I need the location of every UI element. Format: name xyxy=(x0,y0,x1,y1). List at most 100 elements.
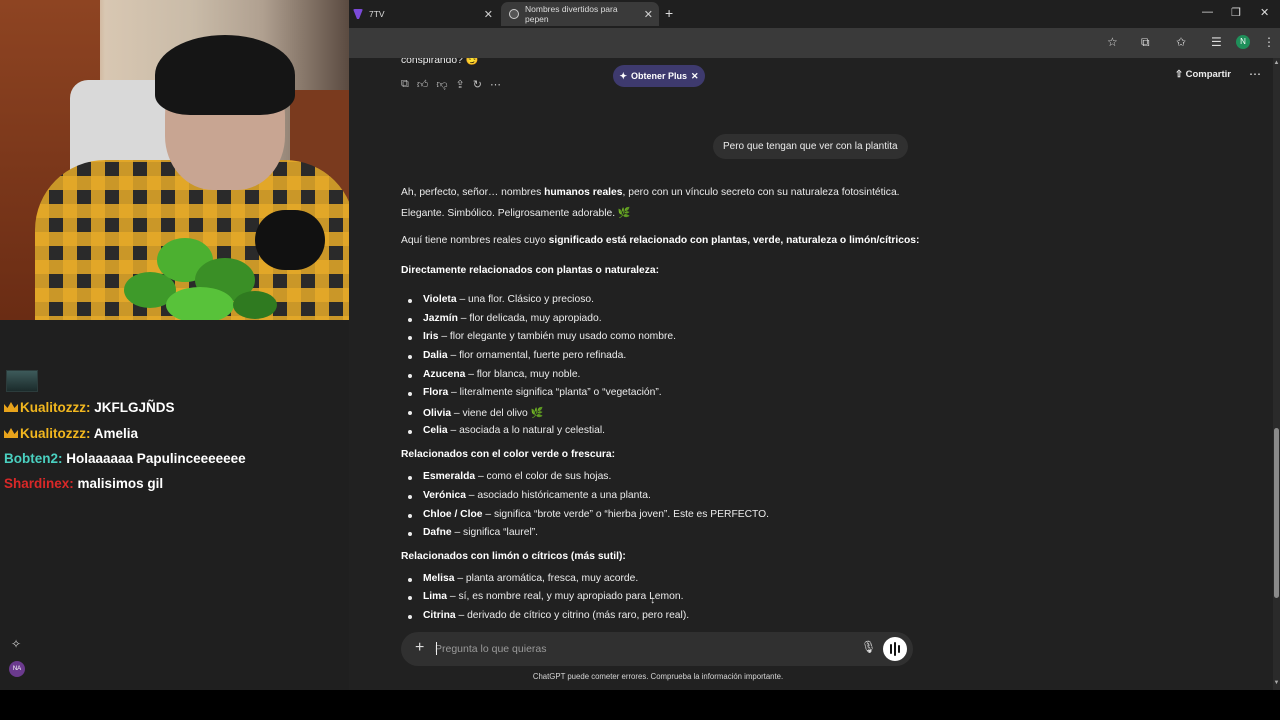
list-item: Verónica – asociado históricamente a una… xyxy=(423,490,651,501)
avatar[interactable]: NA xyxy=(9,661,25,677)
profile-avatar[interactable]: N xyxy=(1236,35,1250,49)
bullet xyxy=(408,430,412,434)
get-plus-label: Obtener Plus xyxy=(630,71,687,81)
list-item: Dafne – significa “laurel”. xyxy=(423,527,539,538)
list-item: Iris – flor elegante y también muy usado… xyxy=(423,331,676,342)
share-icon[interactable]: ⇪ xyxy=(456,78,465,91)
list-item: Dalia – flor ornamental, fuerte pero ref… xyxy=(423,350,627,361)
prompt-input[interactable] xyxy=(435,639,835,659)
scroll-up-arrow-icon[interactable]: ▲ xyxy=(1273,60,1280,66)
close-icon[interactable]: ✕ xyxy=(484,8,493,21)
bullet xyxy=(408,374,412,378)
chat-text: malisimos gil xyxy=(77,476,164,491)
disclaimer-text: ChatGPT puede cometer errores. Comprueba… xyxy=(532,672,784,681)
bullet xyxy=(408,355,412,359)
stream-panel: Kualitozzz: JKFLGJÑDS Kualitozzz: Amelia… xyxy=(0,0,350,690)
section-heading: Relacionados con el color verde o frescu… xyxy=(401,449,616,460)
chat-message: Kualitozzz: Amelia xyxy=(4,426,138,441)
webcam-plant xyxy=(124,238,277,320)
bullet xyxy=(408,476,412,480)
bullet xyxy=(408,578,412,582)
browser-toolbar: ☆ ⧉ ✩ ☰ N ⋮ xyxy=(349,28,1280,58)
list-item: Flora – literalmente significa “planta” … xyxy=(423,387,662,398)
favorites-icon[interactable]: ✩ xyxy=(1176,35,1186,49)
tab-label: 7TV xyxy=(369,9,385,19)
chatgpt-logo-icon xyxy=(509,9,519,19)
more-options-icon[interactable]: ⋯ xyxy=(1249,67,1261,81)
crown-icon xyxy=(4,428,18,438)
more-icon[interactable]: ⋯ xyxy=(490,78,501,91)
maximize-icon[interactable]: ❐ xyxy=(1231,6,1241,19)
sparkle-icon[interactable]: ✧ xyxy=(11,637,21,651)
list-item: Melisa – planta aromática, fresca, muy a… xyxy=(423,573,639,584)
browser-window: 7TV ✕ Nombres divertidos para pepen ✕ + … xyxy=(349,0,1280,690)
close-icon[interactable]: ✕ xyxy=(644,8,653,21)
bullet xyxy=(408,299,412,303)
thumbs-up-icon[interactable]: 👍︎ xyxy=(417,78,429,91)
close-icon[interactable]: ✕ xyxy=(691,71,699,82)
chat-text: Holaaaaaa Papulinceeeeeee xyxy=(66,451,246,466)
text-caret xyxy=(436,642,437,655)
message-composer: + 🎙︎ xyxy=(401,632,913,666)
chat-username: Kualitozzz: xyxy=(20,400,91,415)
copy-icon[interactable]: ⧉ xyxy=(401,78,409,91)
chat-username: Shardinex: xyxy=(4,476,74,491)
microphone-icon[interactable]: 🎙︎ xyxy=(861,640,876,654)
bullet xyxy=(408,532,412,536)
section-heading: Relacionados con limón o cítricos (más s… xyxy=(401,551,626,562)
tab-label: Nombres divertidos para pepen xyxy=(525,4,618,24)
kebab-menu-icon[interactable]: ⋮ xyxy=(1263,35,1275,49)
extensions-icon[interactable]: ⧉ xyxy=(1141,35,1150,50)
bullet xyxy=(408,392,412,396)
tab-7tv[interactable]: 7TV ✕ xyxy=(349,2,499,26)
chat-username: Bobten2: xyxy=(4,451,63,466)
share-icon: ⇧ xyxy=(1175,69,1183,80)
chat-message: Shardinex: malisimos gil xyxy=(4,476,163,491)
response-paragraph: Elegante. Simbólico. Peligrosamente ador… xyxy=(401,208,631,219)
list-item: Celia – asociada a lo natural y celestia… xyxy=(423,425,606,436)
list-item: Esmeralda – como el color de sus hojas. xyxy=(423,471,612,482)
share-button[interactable]: ⇧ Compartir xyxy=(1175,69,1231,80)
stream-chat: Kualitozzz: JKFLGJÑDS Kualitozzz: Amelia… xyxy=(0,320,350,690)
bullet xyxy=(408,411,412,415)
waveform-bar xyxy=(894,642,896,656)
tab-chatgpt[interactable]: Nombres divertidos para pepen ✕ xyxy=(501,2,659,26)
scrollbar[interactable]: ▲ ▼ xyxy=(1273,58,1280,690)
bullet xyxy=(408,318,412,322)
regenerate-icon[interactable]: ↻ xyxy=(473,78,482,91)
bullet xyxy=(408,336,412,340)
thumbs-down-icon[interactable]: 👎︎ xyxy=(436,78,447,91)
window-close-icon[interactable]: ✕ xyxy=(1260,6,1269,19)
bullet xyxy=(408,596,412,600)
section-heading: Directamente relacionados con plantas o … xyxy=(401,265,660,276)
list-item: Violeta – una flor. Clásico y precioso. xyxy=(423,294,594,305)
message-actions: ⧉ 👍︎ 👎︎ ⇪ ↻ ⋯ xyxy=(401,78,501,91)
media-icon[interactable]: ☰ xyxy=(1211,35,1222,49)
bookmark-star-icon[interactable]: ☆ xyxy=(1107,35,1118,49)
scroll-down-icon[interactable]: ↓ xyxy=(650,594,656,606)
minimize-icon[interactable]: — xyxy=(1202,6,1213,18)
user-message-bubble: Pero que tengan que ver con la plantita xyxy=(713,134,908,159)
screen: Kualitozzz: JKFLGJÑDS Kualitozzz: Amelia… xyxy=(0,0,1280,720)
new-tab-icon[interactable]: + xyxy=(665,6,673,20)
scroll-down-arrow-icon[interactable]: ▼ xyxy=(1273,680,1280,686)
bottom-bar xyxy=(0,690,1280,720)
list-item: Citrina – derivado de cítrico y citrino … xyxy=(423,610,690,621)
waveform-bar xyxy=(898,645,900,653)
get-plus-button[interactable]: ✦ Obtener Plus ✕ xyxy=(613,65,705,87)
previous-message-fragment: conspirando? 😏 xyxy=(401,58,479,66)
bullet xyxy=(408,495,412,499)
7tv-logo-icon xyxy=(353,9,363,19)
bullet xyxy=(408,615,412,619)
share-label: Compartir xyxy=(1185,69,1232,80)
response-paragraph: Ah, perfecto, señor… nombres humanos rea… xyxy=(401,187,900,198)
list-item: Olivia – viene del olivo 🌿 xyxy=(423,408,544,419)
scrollbar-thumb[interactable] xyxy=(1274,428,1279,598)
chat-message: Bobten2: Holaaaaaa Papulinceeeeeee xyxy=(4,451,246,466)
tab-bar: 7TV ✕ Nombres divertidos para pepen ✕ + … xyxy=(349,0,1280,28)
chat-username: Kualitozzz: xyxy=(20,426,91,441)
voice-mode-button[interactable] xyxy=(883,637,907,661)
response-paragraph: Aquí tiene nombres reales cuyo significa… xyxy=(401,235,920,246)
sparkle-icon: ✦ xyxy=(619,70,627,81)
attach-plus-icon[interactable]: + xyxy=(415,639,424,657)
